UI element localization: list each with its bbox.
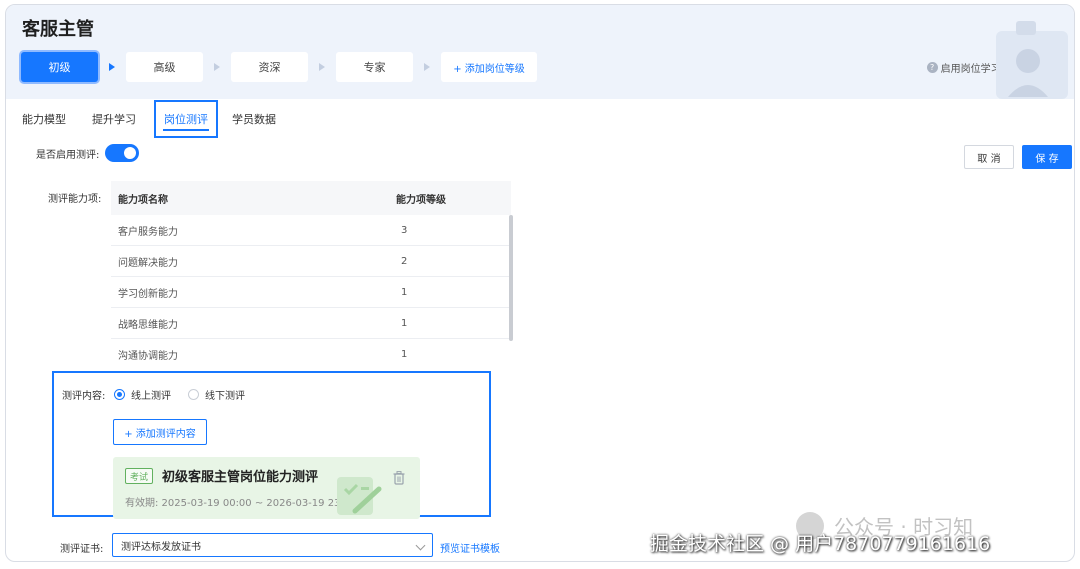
- ability-name-cell: 问题解决能力: [118, 257, 178, 269]
- help-icon[interactable]: ?: [926, 61, 938, 73]
- radio-offline-assessment[interactable]: 线下测评: [188, 387, 245, 402]
- add-level-button[interactable]: + 添加岗位等级: [441, 52, 537, 82]
- ability-level-cell: 1: [401, 286, 408, 298]
- radio-offline-label: 线下测评: [205, 391, 245, 402]
- radio-online-assessment[interactable]: 线上测评: [114, 387, 171, 402]
- level-steps: 初级 高级 资深 专家 + 添加岗位等级: [21, 51, 537, 83]
- ability-level-cell: 1: [401, 317, 408, 329]
- table-row: 战略思维能力 1: [111, 308, 511, 339]
- table-row: 学习创新能力 1: [111, 277, 511, 308]
- exam-tag: 考试: [125, 468, 154, 484]
- app-frame: 客服主管 初级 高级 资深 专家 + 添加岗位等级 ? 启用岗位学习: 能力模型…: [5, 4, 1075, 562]
- chevron-down-icon: [415, 540, 426, 551]
- add-assessment-content-button[interactable]: + 添加测评内容: [113, 419, 207, 445]
- enable-assessment-row: 是否启用测评:: [36, 144, 140, 162]
- ability-items-label: 测评能力项:: [48, 194, 102, 205]
- column-header-level: 能力项等级: [396, 194, 446, 206]
- table-header: 能力项名称 能力项等级: [111, 181, 511, 215]
- cancel-button[interactable]: 取 消: [964, 145, 1014, 169]
- level-step-senior[interactable]: 高级: [126, 52, 203, 82]
- ability-table: 能力项名称 能力项等级 客户服务能力 3 问题解决能力 2 学习创新能力 1 战…: [111, 181, 511, 370]
- preview-certificate-link[interactable]: 预览证书模板: [440, 540, 500, 555]
- table-row: 客户服务能力 3: [111, 215, 511, 246]
- certificate-select-value: 测评达标发放证书: [121, 541, 201, 553]
- tab-improve-learning[interactable]: 提升学习: [92, 99, 136, 139]
- arrow-right-icon: [308, 63, 336, 71]
- tab-ability-model[interactable]: 能力模型: [22, 99, 66, 139]
- save-button[interactable]: 保 存: [1022, 145, 1072, 169]
- arrow-right-icon: [413, 63, 441, 71]
- assessment-content-box: 测评内容: 线上测评 线下测评 + 添加测评内容 考试 初级客服主管岗位能力测评…: [52, 371, 491, 519]
- tab-bar: 能力模型 提升学习 岗位测评 学员数据: [6, 99, 1074, 139]
- exam-title: 初级客服主管岗位能力测评: [162, 470, 319, 485]
- level-step-veteran[interactable]: 资深: [231, 52, 308, 82]
- watermark-main: 掘金技术社区 @ 用户7870779161616: [650, 533, 991, 555]
- assessment-content-label: 测评内容:: [62, 391, 106, 402]
- exam-card[interactable]: 考试 初级客服主管岗位能力测评 有效期: 2025-03-19 00:00 ~ …: [113, 457, 420, 519]
- radio-dot: [114, 389, 125, 400]
- certificate-label: 测评证书:: [60, 544, 104, 555]
- level-step-junior[interactable]: 初级: [21, 52, 98, 82]
- exam-validity: 有效期: 2025-03-19 00:00 ~ 2026-03-19 23:59: [125, 498, 357, 509]
- enable-assessment-switch[interactable]: [105, 144, 140, 162]
- ability-level-cell: 1: [401, 349, 408, 360]
- tab-student-data[interactable]: 学员数据: [232, 99, 276, 139]
- ability-name-cell: 战略思维能力: [118, 319, 178, 331]
- table-scrollbar[interactable]: [509, 215, 513, 341]
- radio-online-label: 线上测评: [131, 391, 171, 402]
- arrow-right-icon: [203, 63, 231, 71]
- ability-name-cell: 学习创新能力: [118, 288, 178, 300]
- trash-icon[interactable]: [393, 471, 405, 485]
- column-header-name: 能力项名称: [118, 194, 168, 206]
- table-row: 问题解决能力 2: [111, 246, 511, 277]
- certificate-select[interactable]: 测评达标发放证书: [112, 533, 433, 557]
- arrow-right-icon: [98, 63, 126, 71]
- exam-checklist-icon: [337, 477, 382, 515]
- ability-level-cell: 2: [401, 255, 408, 267]
- tab-position-assessment[interactable]: 岗位测评: [154, 100, 218, 138]
- radio-dot: [188, 389, 199, 400]
- level-step-expert[interactable]: 专家: [336, 52, 413, 82]
- enable-assessment-label: 是否启用测评:: [36, 149, 100, 161]
- ability-name-cell: 沟通协调能力: [118, 351, 178, 362]
- page-title: 客服主管: [22, 19, 94, 40]
- table-row: 沟通协调能力 1: [111, 339, 511, 370]
- ability-name-cell: 客户服务能力: [118, 226, 178, 238]
- header: 客服主管 初级 高级 资深 专家 + 添加岗位等级 ? 启用岗位学习:: [6, 5, 1074, 99]
- profile-card-illustration-icon: [996, 21, 1068, 99]
- ability-level-cell: 3: [401, 224, 408, 236]
